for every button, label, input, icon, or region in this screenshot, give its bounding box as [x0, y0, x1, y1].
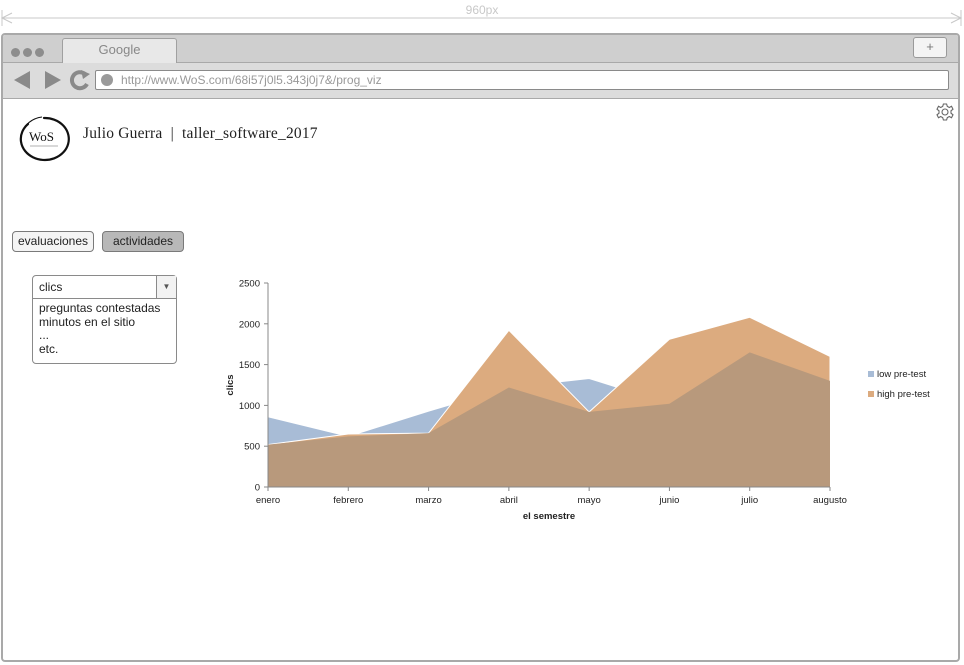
- metric-options: preguntas contestadas minutos en el siti…: [39, 301, 160, 357]
- metric-select[interactable]: clics ▼ preguntas contestadas minutos en…: [32, 275, 177, 364]
- browser-toolbar: http://www.WoS.com/68i57j0l5.343j0j7&/pr…: [3, 63, 958, 99]
- metric-select-head[interactable]: clics ▼: [33, 276, 176, 299]
- x-tick-label: mayo: [578, 495, 601, 506]
- x-tick-label: marzo: [415, 495, 441, 506]
- url-text[interactable]: http://www.WoS.com/68i57j0l5.343j0j7&/pr…: [121, 73, 382, 87]
- tab-evaluaciones[interactable]: evaluaciones: [12, 231, 94, 252]
- y-tick-label: 500: [244, 442, 260, 453]
- browser-tab[interactable]: Google: [62, 38, 177, 63]
- metric-select-value: clics: [39, 280, 63, 294]
- x-tick-label: junio: [658, 495, 679, 506]
- metric-option[interactable]: ...: [39, 328, 160, 343]
- site-info-icon: [101, 74, 113, 86]
- browser-window: Google + http://www.WoS.com/68i57j0l5.34…: [1, 33, 960, 662]
- y-axis-label: clics: [225, 374, 236, 395]
- legend-swatch: [868, 391, 874, 397]
- window-controls[interactable]: [11, 44, 47, 62]
- wos-logo: WoS: [19, 116, 70, 162]
- chevron-down-icon[interactable]: ▼: [156, 276, 176, 298]
- area-chart: 0 500 1000 1500 2000 2500 enero febrero marzo abr…: [225, 279, 930, 523]
- x-tick-label: abril: [500, 495, 518, 506]
- metric-option[interactable]: minutos en el sitio: [39, 315, 160, 330]
- x-axis-label: el semestre: [523, 511, 575, 522]
- minimize-dot[interactable]: [23, 48, 32, 57]
- legend-label: low pre-test: [877, 369, 926, 380]
- width-ruler: 960px: [0, 0, 964, 30]
- x-tick-label: febrero: [333, 495, 363, 506]
- metric-option[interactable]: preguntas contestadas: [39, 301, 160, 316]
- ruler-label: 960px: [465, 3, 499, 17]
- maximize-dot[interactable]: [35, 48, 44, 57]
- y-tick-label: 2000: [239, 319, 260, 330]
- forward-icon[interactable]: [45, 71, 61, 89]
- y-tick-label: 1000: [239, 401, 260, 412]
- x-tick-label: augusto: [813, 495, 847, 506]
- tab-actividades[interactable]: actividades: [102, 231, 184, 252]
- y-tick-label: 1500: [239, 360, 260, 371]
- reload-icon[interactable]: [69, 70, 90, 91]
- y-tick-label: 2500: [239, 279, 260, 290]
- gear-icon[interactable]: [935, 102, 955, 122]
- tab-bar: Google +: [3, 35, 958, 63]
- legend-label: high pre-test: [877, 389, 930, 400]
- close-dot[interactable]: [11, 48, 20, 57]
- new-tab-button[interactable]: +: [913, 37, 947, 58]
- page-title: Julio Guerra | taller_software_2017: [83, 125, 318, 142]
- nav-buttons: [14, 70, 90, 91]
- y-tick-label: 0: [255, 483, 260, 494]
- metric-option[interactable]: etc.: [39, 342, 160, 357]
- back-icon[interactable]: [14, 71, 30, 89]
- x-tick-label: julio: [740, 495, 758, 506]
- x-tick-label: enero: [256, 495, 280, 506]
- address-bar[interactable]: http://www.WoS.com/68i57j0l5.343j0j7&/pr…: [95, 70, 949, 90]
- legend-swatch: [868, 371, 874, 377]
- page-content: WoS Julio Guerra | taller_software_2017 …: [3, 99, 958, 660]
- svg-text:WoS: WoS: [29, 129, 54, 144]
